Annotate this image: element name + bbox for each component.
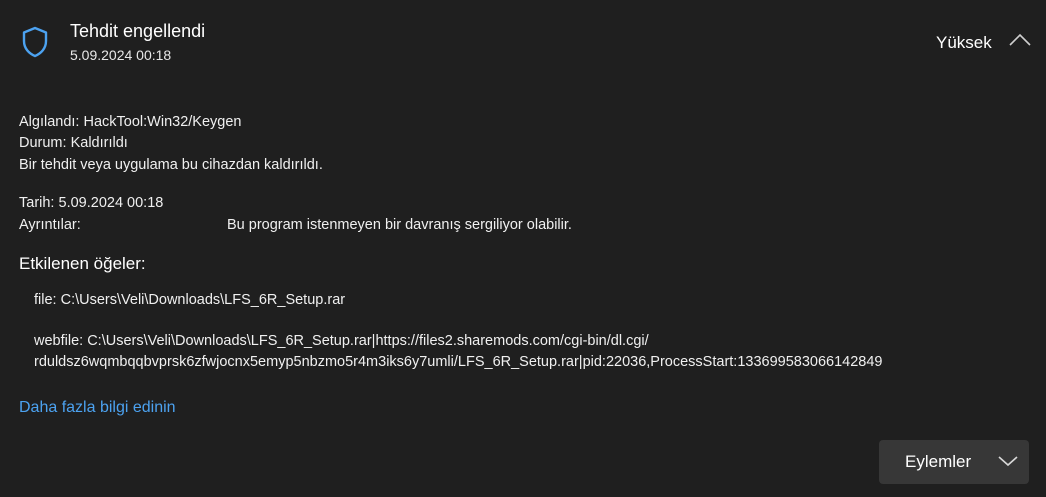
details-label: Ayrıntılar: xyxy=(19,217,81,233)
shield-icon xyxy=(22,26,48,58)
chevron-up-icon[interactable] xyxy=(1008,30,1032,50)
affected-webfile-line2: rduldsz6wqmbqqbvprsk6zfwjocnx5emyp5nbzmo… xyxy=(34,354,883,370)
learn-more-link[interactable]: Daha fazla bilgi edinin xyxy=(19,399,176,417)
affected-file: file: C:\Users\Veli\Downloads\LFS_6R_Set… xyxy=(34,292,346,308)
severity-label: Yüksek xyxy=(936,33,992,52)
date-label: Tarih: xyxy=(19,195,55,211)
date-row: Tarih: 5.09.2024 00:18 xyxy=(19,195,163,211)
notification-title: Tehdit engellendi xyxy=(70,21,206,41)
affected-items-heading: Etkilenen öğeler: xyxy=(19,254,146,273)
notification-datetime: 5.09.2024 00:18 xyxy=(70,47,172,63)
status-value: Kaldırıldı xyxy=(70,135,128,151)
status-row: Durum: Kaldırıldı xyxy=(19,135,128,151)
status-label: Durum: xyxy=(19,135,67,151)
detected-label: Algılandı: xyxy=(19,114,80,130)
actions-button-label: Eylemler xyxy=(905,452,972,471)
actions-button[interactable]: Eylemler xyxy=(879,440,1029,484)
detected-value: HackTool:Win32/Keygen xyxy=(83,114,242,130)
status-message: Bir tehdit veya uygulama bu cihazdan kal… xyxy=(19,157,323,173)
details-value: Bu program istenmeyen bir davranış sergi… xyxy=(227,217,572,233)
detected-row: Algılandı: HackTool:Win32/Keygen xyxy=(19,114,241,130)
date-value: 5.09.2024 00:18 xyxy=(58,195,164,211)
affected-webfile-line1: webfile: C:\Users\Veli\Downloads\LFS_6R_… xyxy=(34,333,649,349)
chevron-down-icon xyxy=(998,456,1018,467)
